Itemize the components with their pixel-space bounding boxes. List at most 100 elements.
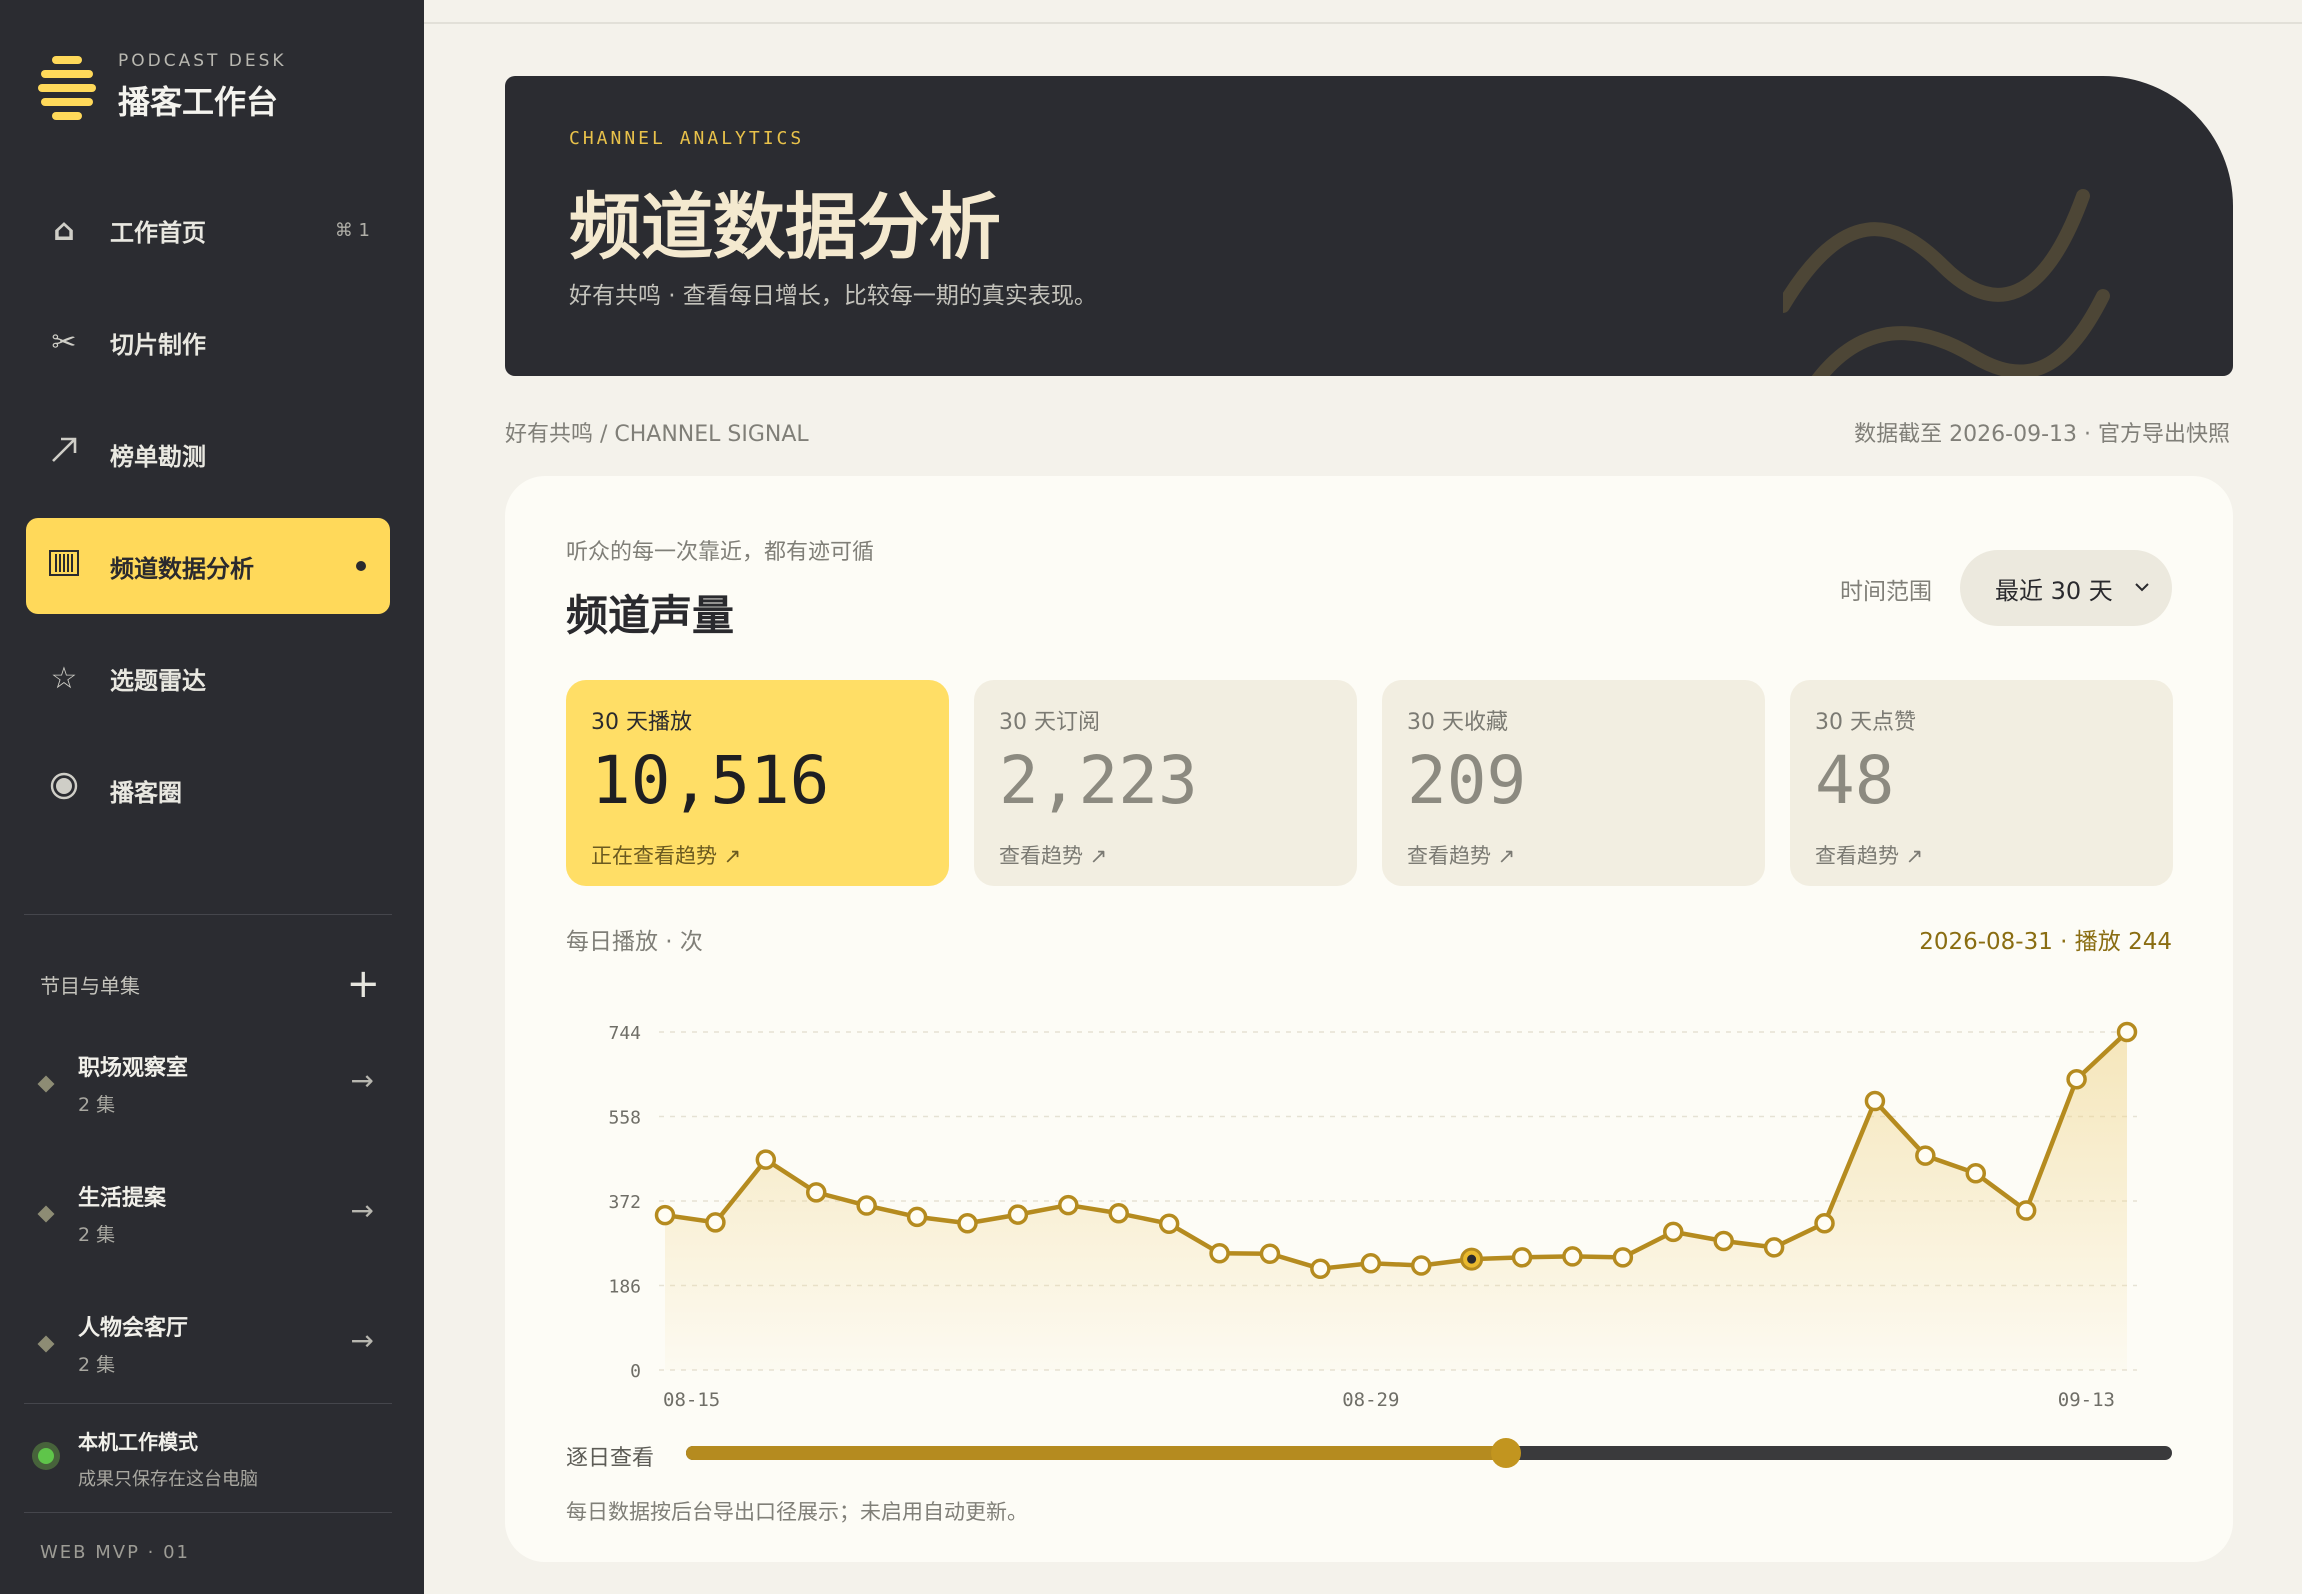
data-point (1410, 1255, 1432, 1276)
scissors-icon: ✂ (51, 324, 77, 360)
data-point (705, 1212, 726, 1233)
top-divider (424, 22, 2302, 24)
sidebar: PODCAST DESK 播客工作台 ⌂ 工作首页 ⌘ 1 ✂ 切片制作 榜单勘… (0, 0, 424, 1594)
nav-item-clips[interactable]: ✂ 切片制作 (26, 294, 390, 390)
data-point (1310, 1258, 1331, 1279)
data-point (1864, 1090, 1886, 1112)
status-dot-icon (32, 1442, 60, 1470)
divider (24, 1512, 392, 1513)
hero-eyebrow: CHANNEL ANALYTICS (569, 128, 805, 149)
active-indicator (356, 561, 366, 571)
data-point (2116, 1021, 2138, 1043)
version-label: WEB MVP · 01 (40, 1542, 191, 1563)
diamond-icon (37, 1205, 55, 1223)
arrow-right-icon: → (350, 1324, 374, 1357)
data-point (1360, 1252, 1382, 1274)
nav-label: 榜单勘测 (110, 442, 206, 471)
data-point (1108, 1203, 1129, 1224)
data-point (1259, 1243, 1281, 1264)
nav-shortcut: ⌘ 1 (334, 219, 370, 241)
data-point (906, 1206, 928, 1228)
page-subtitle: 好有共鸣 · 查看每日增长，比较每一期的真实表现。 (569, 283, 1097, 309)
show-episode-count: 2 集 (78, 1354, 116, 1376)
data-point (1058, 1194, 1079, 1216)
add-show-button[interactable]: + (346, 964, 380, 1004)
nav-label: 频道数据分析 (110, 554, 254, 583)
mode-title: 本机工作模式 (78, 1430, 198, 1454)
data-snapshot-note: 数据截至 2026-09-13 · 官方导出快照 (1854, 422, 2230, 447)
y-tick-label: 0 (630, 1361, 641, 1382)
show-item[interactable]: 生活提案 2 集 → (36, 1166, 382, 1266)
diamond-icon (37, 1335, 55, 1353)
nav-item-charts[interactable]: 榜单勘测 (26, 406, 390, 502)
nav-item-topic-radar[interactable]: ☆ 选题雷达 (26, 630, 390, 726)
slider-label: 逐日查看 (566, 1446, 655, 1471)
mode-subtitle: 成果只保存在这台电脑 (78, 1469, 258, 1490)
data-point (1158, 1213, 1180, 1234)
arrow-right-icon: → (350, 1194, 374, 1227)
data-point (2015, 1200, 2037, 1221)
data-point (1562, 1246, 1583, 1267)
brand[interactable]: PODCAST DESK 播客工作台 (38, 50, 287, 124)
trend-arrow-icon (46, 435, 82, 473)
circle-icon (46, 771, 82, 809)
data-point (1763, 1237, 1785, 1258)
channel-volume-card: 听众的每一次靠近，都有迹可循 频道声量 时间范围 最近 30 天 30 天播放 … (505, 476, 2233, 1562)
main-nav: ⌂ 工作首页 ⌘ 1 ✂ 切片制作 榜单勘测 频道数据分析 ☆ 选题雷达 播客圈 (26, 182, 390, 854)
data-point (1007, 1204, 1029, 1225)
y-tick-label: 744 (608, 1023, 641, 1044)
work-mode-status: 本机工作模式 成果只保存在这台电脑 (32, 1426, 258, 1491)
x-tick-label: 08-29 (1342, 1389, 1399, 1411)
nav-item-home[interactable]: ⌂ 工作首页 ⌘ 1 (26, 182, 390, 278)
data-point (1915, 1145, 1936, 1166)
y-tick-label: 372 (608, 1192, 641, 1213)
show-name: 人物会客厅 (78, 1316, 189, 1341)
data-point (654, 1204, 676, 1226)
day-slider[interactable] (686, 1438, 2172, 1468)
brand-logo-icon (38, 50, 96, 124)
data-point (2066, 1068, 2087, 1090)
nav-label: 播客圈 (110, 778, 182, 807)
data-point (1814, 1213, 1835, 1234)
slider-fill (686, 1446, 1507, 1460)
data-point (1965, 1163, 1987, 1184)
hero-banner: CHANNEL ANALYTICS 频道数据分析 好有共鸣 · 查看每日增长，比… (505, 76, 2233, 376)
data-point (1663, 1221, 1684, 1243)
show-name: 职场观察室 (78, 1056, 189, 1081)
nav-label: 工作首页 (110, 218, 206, 247)
data-point (1713, 1230, 1734, 1252)
nav-item-channel-analytics[interactable]: 频道数据分析 (26, 518, 390, 614)
divider (24, 1403, 392, 1404)
data-point (805, 1182, 827, 1203)
data-point (1209, 1242, 1230, 1264)
footnote: 每日数据按后台导出口径展示；未启用自动更新。 (566, 1500, 1028, 1524)
show-name: 生活提案 (78, 1186, 167, 1211)
y-tick-label: 558 (608, 1108, 641, 1129)
nav-item-podcast-circle[interactable]: 播客圈 (26, 742, 390, 838)
shows-header: 节目与单集 + (40, 964, 380, 1004)
page-title: 频道数据分析 (569, 185, 1002, 269)
arrow-right-icon: → (350, 1064, 374, 1097)
show-item[interactable]: 人物会客厅 2 集 → (36, 1296, 382, 1396)
x-tick-label: 08-15 (663, 1389, 720, 1411)
brand-eyebrow: PODCAST DESK (118, 51, 287, 71)
wave-decoration-icon (1783, 189, 2110, 376)
divider (24, 914, 392, 915)
daily-plays-chart[interactable]: 0 186 372 558 744 08-15 08-29 09-13 (505, 476, 2233, 1416)
slider-thumb[interactable] (1491, 1438, 1522, 1468)
diamond-icon (37, 1075, 55, 1093)
data-point-selected-core (1467, 1254, 1477, 1264)
nav-label: 切片制作 (110, 330, 206, 359)
data-point (1612, 1247, 1634, 1268)
show-episode-count: 2 集 (78, 1094, 116, 1116)
show-item[interactable]: 职场观察室 2 集 → (36, 1036, 382, 1136)
data-point (856, 1195, 877, 1216)
show-episode-count: 2 集 (78, 1224, 116, 1246)
shows-title: 节目与单集 (40, 973, 140, 998)
data-point (1511, 1247, 1533, 1268)
star-icon: ☆ (50, 660, 78, 696)
barcode-icon (46, 549, 82, 584)
x-tick-label: 09-13 (2058, 1389, 2115, 1411)
y-tick-label: 186 (608, 1277, 641, 1298)
nav-label: 选题雷达 (110, 666, 206, 695)
